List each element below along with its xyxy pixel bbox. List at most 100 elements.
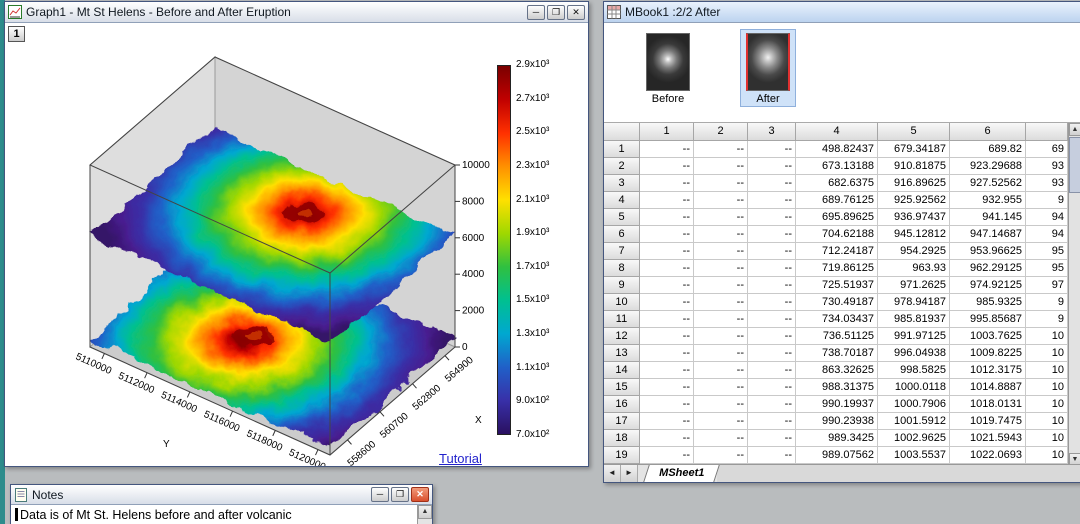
table-cell[interactable]: 962.29125 [950,260,1026,277]
table-cell[interactable]: 95 [1026,260,1068,277]
table-cell[interactable]: 679.34187 [878,141,950,158]
table-cell[interactable]: -- [694,362,748,379]
table-cell[interactable]: 738.70187 [796,345,878,362]
scroll-up-button[interactable]: ▲ [418,505,432,519]
table-cell[interactable]: -- [640,362,694,379]
table-cell[interactable]: 10 [1026,396,1068,413]
table-cell[interactable]: 963.93 [878,260,950,277]
table-cell[interactable]: 985.9325 [950,294,1026,311]
table-cell[interactable]: -- [748,226,796,243]
column-header[interactable] [1026,123,1068,141]
table-cell[interactable]: -- [694,141,748,158]
table-cell[interactable]: -- [640,141,694,158]
table-cell[interactable]: -- [748,328,796,345]
tab-scroll-right-icon[interactable]: ► [621,465,638,482]
table-cell[interactable]: -- [640,226,694,243]
table-cell[interactable]: 910.81875 [878,158,950,175]
table-cell[interactable]: -- [640,209,694,226]
table-cell[interactable]: 9 [1026,192,1068,209]
table-cell[interactable]: -- [640,294,694,311]
table-cell[interactable]: 94 [1026,209,1068,226]
table-cell[interactable]: -- [640,413,694,430]
minimize-button[interactable]: ─ [371,487,389,502]
table-cell[interactable]: -- [748,192,796,209]
table-cell[interactable]: -- [748,430,796,447]
table-cell[interactable]: -- [694,277,748,294]
row-header[interactable]: 10 [604,294,640,311]
table-cell[interactable]: -- [748,277,796,294]
table-cell[interactable]: -- [748,158,796,175]
table-cell[interactable]: 93 [1026,158,1068,175]
table-cell[interactable]: 10 [1026,430,1068,447]
table-cell[interactable]: -- [640,328,694,345]
table-cell[interactable]: 10 [1026,447,1068,464]
table-cell[interactable]: 1018.0131 [950,396,1026,413]
sheet-tab-msheet1[interactable]: MSheet1 [643,465,721,482]
table-cell[interactable]: -- [694,396,748,413]
table-cell[interactable]: -- [694,294,748,311]
table-cell[interactable]: 991.97125 [878,328,950,345]
table-cell[interactable]: 932.955 [950,192,1026,209]
row-header[interactable]: 11 [604,311,640,328]
table-cell[interactable]: 9 [1026,294,1068,311]
row-header[interactable]: 4 [604,192,640,209]
column-header[interactable]: 2 [694,123,748,141]
table-cell[interactable]: 97 [1026,277,1068,294]
table-cell[interactable]: -- [694,158,748,175]
table-cell[interactable]: 936.97437 [878,209,950,226]
matrix-window-titlebar[interactable]: MBook1 :2/2 After [604,2,1080,23]
table-cell[interactable]: 704.62188 [796,226,878,243]
table-cell[interactable]: 995.85687 [950,311,1026,328]
table-cell[interactable]: -- [748,379,796,396]
table-cell[interactable]: 916.89625 [878,175,950,192]
table-cell[interactable]: 925.92562 [878,192,950,209]
table-cell[interactable]: 10 [1026,362,1068,379]
close-button[interactable]: ✕ [567,4,585,20]
table-cell[interactable]: -- [694,430,748,447]
table-cell[interactable]: 923.29688 [950,158,1026,175]
table-cell[interactable]: -- [748,362,796,379]
table-cell[interactable]: 954.2925 [878,243,950,260]
table-cell[interactable]: 1012.3175 [950,362,1026,379]
table-cell[interactable]: 673.13188 [796,158,878,175]
table-cell[interactable]: 736.51125 [796,328,878,345]
table-cell[interactable]: 998.5825 [878,362,950,379]
table-cell[interactable]: -- [640,430,694,447]
table-cell[interactable]: -- [694,209,748,226]
table-cell[interactable]: -- [640,379,694,396]
table-cell[interactable]: -- [640,260,694,277]
row-header[interactable]: 7 [604,243,640,260]
table-cell[interactable]: -- [748,141,796,158]
table-cell[interactable]: 990.23938 [796,413,878,430]
row-header[interactable]: 15 [604,379,640,396]
table-cell[interactable]: -- [748,243,796,260]
row-header[interactable]: 2 [604,158,640,175]
table-cell[interactable]: 682.6375 [796,175,878,192]
table-cell[interactable]: 689.82 [950,141,1026,158]
column-header[interactable]: 4 [796,123,878,141]
row-header[interactable]: 12 [604,328,640,345]
row-header[interactable]: 8 [604,260,640,277]
table-cell[interactable]: -- [694,447,748,464]
table-cell[interactable]: 712.24187 [796,243,878,260]
table-cell[interactable]: 10 [1026,379,1068,396]
row-header[interactable]: 14 [604,362,640,379]
table-cell[interactable]: -- [748,209,796,226]
column-header[interactable]: 3 [748,123,796,141]
table-cell[interactable]: 1003.5537 [878,447,950,464]
restore-button[interactable]: ❐ [391,487,409,502]
table-cell[interactable]: 1000.0118 [878,379,950,396]
table-cell[interactable]: 996.04938 [878,345,950,362]
row-header[interactable]: 17 [604,413,640,430]
table-cell[interactable]: 989.07562 [796,447,878,464]
table-cell[interactable]: -- [694,175,748,192]
table-cell[interactable]: -- [694,345,748,362]
table-cell[interactable]: 1001.5912 [878,413,950,430]
table-cell[interactable]: -- [748,260,796,277]
table-cell[interactable]: -- [748,345,796,362]
table-cell[interactable]: 10 [1026,413,1068,430]
tab-scroll-left-icon[interactable]: ◄ [604,465,621,482]
table-cell[interactable]: 971.2625 [878,277,950,294]
table-cell[interactable]: -- [694,260,748,277]
table-cell[interactable]: -- [694,192,748,209]
